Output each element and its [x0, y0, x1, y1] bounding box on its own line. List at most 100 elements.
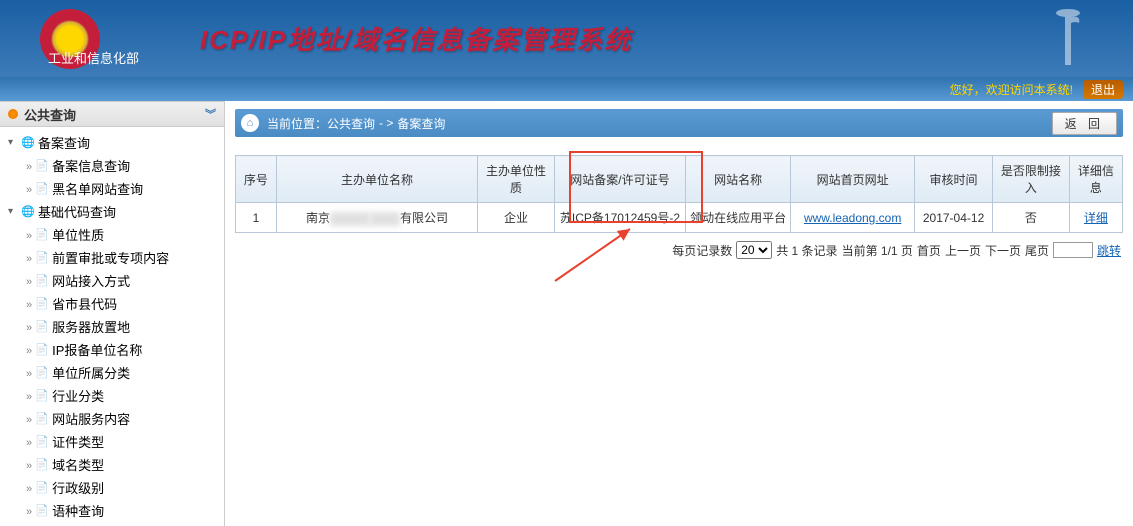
redacted	[370, 212, 400, 226]
pager-prev[interactable]: 上一页	[945, 242, 981, 259]
doc-icon	[34, 480, 50, 496]
arrow-icon	[26, 227, 34, 242]
tree-item[interactable]: 备案信息查询	[4, 154, 224, 177]
sidebar-section-header[interactable]: 公共查询 ︾	[0, 101, 224, 127]
doc-icon	[34, 227, 50, 243]
pager: 每页记录数 20 共 1 条记录 当前第 1/1 页 首页 上一页 下一页 尾页…	[237, 241, 1121, 259]
th-seq: 序号	[236, 156, 277, 203]
ministry-label: 工业和信息化部	[48, 48, 139, 67]
doc-icon	[34, 503, 50, 519]
doc-icon	[34, 181, 50, 197]
pager-next[interactable]: 下一页	[985, 242, 1021, 259]
doc-icon	[34, 319, 50, 335]
dot-icon	[8, 109, 18, 119]
nav-tree: ▾ 备案查询 备案信息查询 黑名单网站查询 ▾ 基础代码查询 单位性质 前置审批…	[0, 127, 224, 526]
tree-item[interactable]: 行业分类	[4, 384, 224, 407]
breadcrumb: ⌂ 当前位置： 公共查询 - > 备案查询 返 回	[235, 109, 1123, 137]
page-title: ICP/IP地址/域名信息备案管理系统	[200, 20, 632, 57]
expand-icon: ▾	[8, 206, 20, 217]
breadcrumb-path1[interactable]: 公共查询	[327, 115, 375, 132]
results-table-wrap: 序号 主办单位名称 主办单位性质 网站备案/许可证号 网站名称 网站首页网址 审…	[235, 155, 1123, 233]
th-time: 审核时间	[915, 156, 993, 203]
arrow-icon	[26, 158, 34, 173]
breadcrumb-path2[interactable]: 备案查询	[397, 115, 445, 132]
tree-item[interactable]: 服务器放置地	[4, 315, 224, 338]
welcome-text: 您好，欢迎访问本系统!	[950, 81, 1073, 98]
redacted	[330, 212, 370, 226]
cell-unit: 南京有限公司	[276, 203, 477, 233]
tree-item[interactable]: 省市县代码	[4, 292, 224, 315]
arrow-icon	[26, 434, 34, 449]
arrow-icon	[26, 342, 34, 357]
collapse-icon[interactable]: ︾	[205, 106, 216, 122]
logout-button[interactable]: 退出	[1083, 80, 1123, 99]
th-url: 网站首页网址	[791, 156, 915, 203]
sidebar-section-title: 公共查询	[24, 105, 76, 124]
tree-item[interactable]: 单位所属分类	[4, 361, 224, 384]
tree-item[interactable]: 黑名单网站查询	[4, 177, 224, 200]
th-restricted: 是否限制接入	[992, 156, 1069, 203]
doc-icon	[34, 388, 50, 404]
cell-detail: 详细	[1069, 203, 1122, 233]
tree-item[interactable]: 网站服务内容	[4, 407, 224, 430]
site-url-link[interactable]: www.leadong.com	[804, 211, 901, 225]
back-button[interactable]: 返 回	[1052, 112, 1117, 135]
tree-item[interactable]: 前置审批或专项内容	[4, 246, 224, 269]
doc-icon	[34, 273, 50, 289]
arrow-icon	[26, 365, 34, 380]
arrow-icon	[26, 480, 34, 495]
content: ⌂ 当前位置： 公共查询 - > 备案查询 返 回 序号 主办单位名称 主办单位…	[225, 101, 1133, 526]
page-input[interactable]	[1053, 242, 1093, 258]
arrow-icon	[26, 181, 34, 196]
doc-icon	[34, 250, 50, 266]
doc-icon	[34, 457, 50, 473]
arrow-icon	[26, 411, 34, 426]
tree-item[interactable]: 单位性质	[4, 223, 224, 246]
tree-item[interactable]: 域名类型	[4, 453, 224, 476]
pager-last[interactable]: 尾页	[1025, 242, 1049, 259]
goto-link[interactable]: 跳转	[1097, 242, 1121, 259]
tree-item[interactable]: 语种查询	[4, 499, 224, 522]
arrow-icon	[26, 296, 34, 311]
tree-item[interactable]: 网站接入方式	[4, 269, 224, 292]
doc-icon	[34, 342, 50, 358]
pager-first[interactable]: 首页	[917, 242, 941, 259]
tree-item[interactable]: 行政级别	[4, 476, 224, 499]
th-detail: 详细信息	[1069, 156, 1122, 203]
detail-link[interactable]: 详细	[1084, 211, 1108, 225]
tree-item[interactable]: 证件类型	[4, 430, 224, 453]
per-page-select[interactable]: 20	[736, 241, 772, 259]
doc-icon	[34, 296, 50, 312]
results-table: 序号 主办单位名称 主办单位性质 网站备案/许可证号 网站名称 网站首页网址 审…	[235, 155, 1123, 233]
header: 工业和信息化部 ICP/IP地址/域名信息备案管理系统	[0, 0, 1133, 77]
cell-url: www.leadong.com	[791, 203, 915, 233]
current-page-label: 当前第 1/1 页	[842, 242, 913, 259]
cell-seq: 1	[236, 203, 277, 233]
tree-group-codes[interactable]: ▾ 基础代码查询	[4, 200, 224, 223]
doc-icon	[34, 411, 50, 427]
arrow-icon	[26, 503, 34, 518]
globe-icon	[20, 204, 36, 220]
arrow-icon	[26, 388, 34, 403]
arrow-icon	[26, 250, 34, 265]
cell-icp: 苏ICP备17012459号-2	[554, 203, 685, 233]
breadcrumb-sep: - >	[379, 116, 393, 130]
arrow-icon	[26, 319, 34, 334]
cell-time: 2017-04-12	[915, 203, 993, 233]
globe-icon	[20, 135, 36, 151]
total-label: 共 1 条记录	[776, 242, 837, 259]
breadcrumb-label: 当前位置：	[267, 115, 327, 132]
tree-item[interactable]: IP报备单位名称	[4, 338, 224, 361]
th-icp: 网站备案/许可证号	[554, 156, 685, 203]
doc-icon	[34, 434, 50, 450]
th-sitename: 网站名称	[686, 156, 791, 203]
cell-restricted: 否	[992, 203, 1069, 233]
arrow-icon	[26, 457, 34, 472]
cell-nature: 企业	[478, 203, 555, 233]
table-row: 1 南京有限公司 企业 苏ICP备17012459号-2 领动在线应用平台 ww…	[236, 203, 1123, 233]
th-nature: 主办单位性质	[478, 156, 555, 203]
cell-sitename: 领动在线应用平台	[686, 203, 791, 233]
tree-group-beian[interactable]: ▾ 备案查询	[4, 131, 224, 154]
expand-icon: ▾	[8, 137, 20, 148]
home-icon[interactable]: ⌂	[241, 114, 259, 132]
